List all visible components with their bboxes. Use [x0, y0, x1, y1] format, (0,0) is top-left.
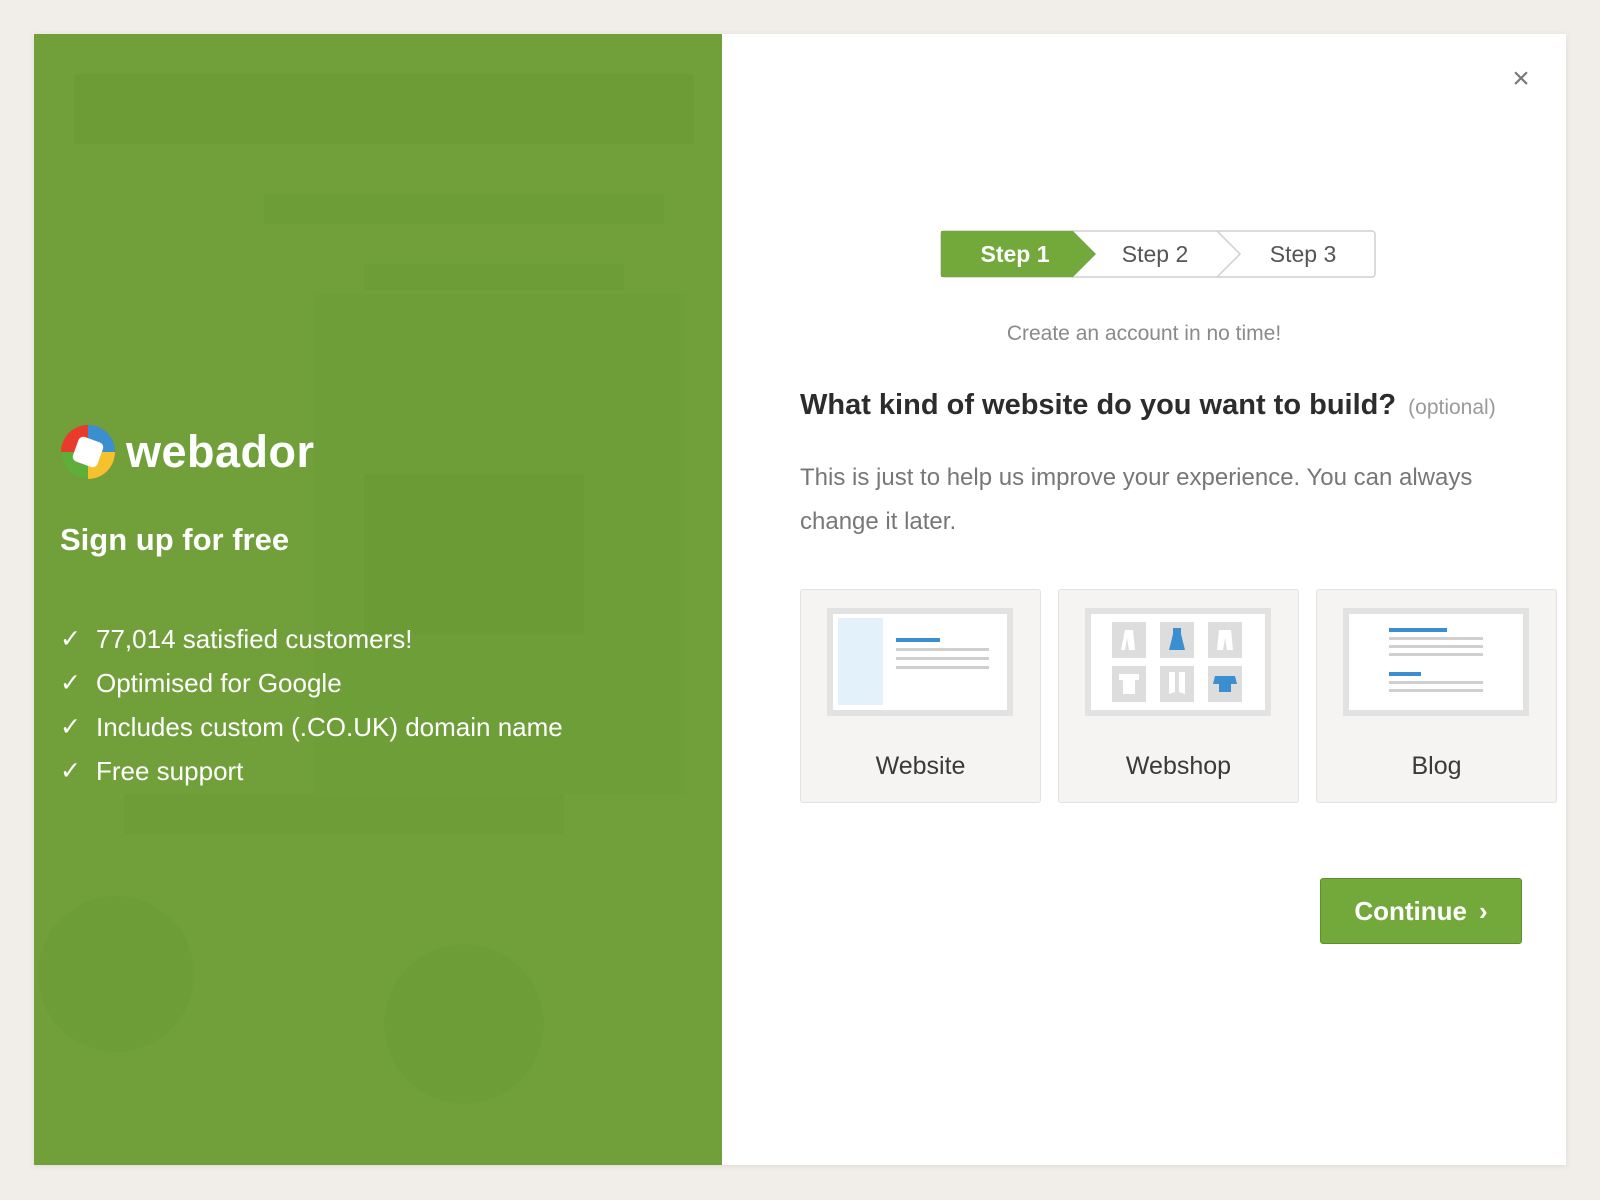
- step-3: Step 3: [1269, 240, 1337, 267]
- benefit-text: Optimised for Google: [96, 667, 342, 698]
- option-blog-label: Blog: [1411, 752, 1462, 780]
- continue-label: Continue: [1354, 895, 1467, 926]
- promo-panel: webador Sign up for free ✓ 77,014 satisf…: [34, 34, 722, 1165]
- continue-button[interactable]: Continue ›: [1320, 878, 1522, 944]
- question-text: What kind of website do you want to buil…: [800, 389, 1397, 421]
- subtitle: Create an account in no time!: [1006, 322, 1282, 345]
- option-website[interactable]: Website: [800, 589, 1041, 803]
- benefit-text: Includes custom (.CO.UK) domain name: [96, 711, 563, 742]
- optional-label: (optional): [1408, 396, 1496, 419]
- check-icon: ✓: [60, 625, 81, 653]
- benefit-text: 77,014 satisfied customers!: [96, 623, 413, 654]
- chevron-right-icon: ›: [1478, 895, 1488, 926]
- benefit-item: ✓ Includes custom (.CO.UK) domain name: [60, 705, 563, 749]
- question-heading: What kind of website do you want to buil…: [800, 389, 1496, 422]
- webshop-grid-icon: [1085, 608, 1271, 716]
- check-icon: ✓: [60, 713, 81, 741]
- blog-layout-icon: [1343, 608, 1529, 716]
- signup-modal: webador Sign up for free ✓ 77,014 satisf…: [34, 34, 1566, 1165]
- option-website-label: Website: [875, 752, 966, 780]
- question-description: This is just to help us improve your exp…: [800, 464, 1473, 535]
- step-1: Step 1: [980, 240, 1050, 267]
- signup-tagline: Sign up for free: [60, 522, 290, 557]
- option-blog[interactable]: Blog: [1316, 589, 1557, 803]
- close-icon[interactable]: ×: [1506, 62, 1536, 95]
- brand: webador: [60, 424, 315, 480]
- step-2: Step 2: [1121, 240, 1189, 267]
- benefit-item: ✓ 77,014 satisfied customers!: [60, 617, 563, 661]
- brand-name: webador: [126, 426, 315, 477]
- form-panel: × Step 1 Step 2 Step 3 Create an account…: [722, 34, 1566, 1165]
- benefit-item: ✓ Free support: [60, 749, 563, 793]
- option-webshop-label: Webshop: [1125, 752, 1232, 780]
- background-decoration: [38, 74, 694, 1104]
- check-icon: ✓: [60, 757, 81, 785]
- website-layout-icon: [827, 608, 1013, 716]
- option-webshop[interactable]: Webshop: [1058, 589, 1299, 803]
- benefit-text: Free support: [96, 755, 244, 786]
- benefit-item: ✓ Optimised for Google: [60, 661, 563, 705]
- webador-logo-icon: [61, 425, 115, 479]
- step-indicator: Step 1 Step 2 Step 3: [940, 230, 1376, 278]
- benefits-list: ✓ 77,014 satisfied customers! ✓ Optimise…: [60, 617, 563, 793]
- check-icon: ✓: [60, 669, 81, 697]
